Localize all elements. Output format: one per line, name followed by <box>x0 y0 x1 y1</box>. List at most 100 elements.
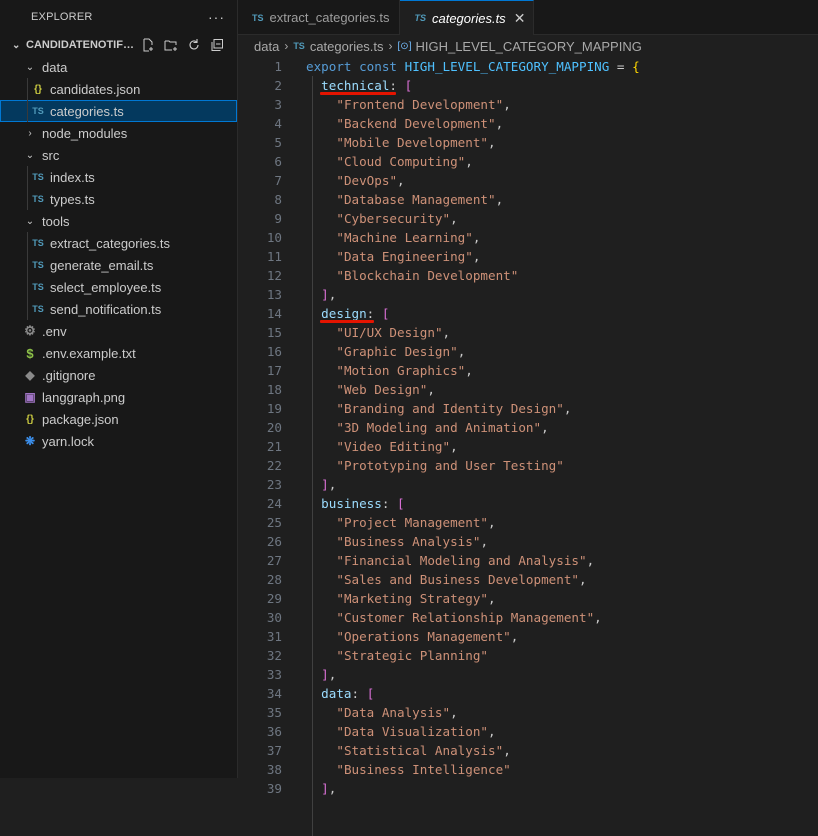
line-number: 27 <box>266 553 282 568</box>
file-item[interactable]: ◆ .gitignore <box>0 364 237 386</box>
typescript-file-icon: TS <box>32 194 44 204</box>
tree-item-label: data <box>42 59 68 75</box>
line-number: 31 <box>266 629 282 644</box>
collapse-all-icon[interactable] <box>209 37 225 53</box>
typescript-file-icon: TS <box>414 13 426 23</box>
category-value: "Statistical Analysis" <box>336 743 504 758</box>
tab-label: categories.ts <box>431 10 506 26</box>
category-value: "Sales and Business Development" <box>336 572 579 587</box>
file-item[interactable]: TS index.ts <box>0 166 237 188</box>
tab-categories[interactable]: TS categories.ts ✕ <box>400 0 535 35</box>
category-value: "Data Analysis" <box>336 705 451 720</box>
tab-extract-categories[interactable]: TS extract_categories.ts <box>238 0 401 35</box>
code-line-close: 23 ], <box>238 475 818 494</box>
new-folder-icon[interactable] <box>163 37 179 53</box>
file-item[interactable]: {} candidates.json <box>0 78 237 100</box>
category-value: "Blockchain Development" <box>336 268 519 283</box>
file-item[interactable]: TS categories.ts <box>0 100 237 122</box>
category-value: "DevOps" <box>336 173 398 188</box>
file-item[interactable]: TS select_employee.ts <box>0 276 237 298</box>
code-line-value: 22 "Prototyping and User Testing" <box>238 456 818 475</box>
code-line-value: 37 "Statistical Analysis", <box>238 741 818 760</box>
keyword: const <box>359 59 398 74</box>
more-actions-icon[interactable]: ··· <box>208 9 225 25</box>
file-item[interactable]: TS extract_categories.ts <box>0 232 237 254</box>
category-value: "Web Design" <box>336 382 428 397</box>
category-value: "Data Engineering" <box>336 249 473 264</box>
code-line-value: 6 "Cloud Computing", <box>238 152 818 171</box>
tree-item-label: node_modules <box>42 125 128 141</box>
typescript-file-icon: TS <box>32 282 44 292</box>
line-number: 12 <box>266 268 282 283</box>
symbol-variable-icon: [⊙] <box>397 40 412 52</box>
line-number: 30 <box>266 610 282 625</box>
category-value: "Frontend Development" <box>336 97 504 112</box>
code-line-key: 14 design: [ <box>238 304 818 323</box>
code-line-value: 18 "Web Design", <box>238 380 818 399</box>
constant-name: HIGH_LEVEL_CATEGORY_MAPPING <box>404 59 610 74</box>
code-line-value: 36 "Data Visualization", <box>238 722 818 741</box>
folder-item[interactable]: ⌄ tools <box>0 210 237 232</box>
category-value: "Backend Development" <box>336 116 496 131</box>
line-number: 1 <box>274 59 282 74</box>
file-item[interactable]: ▣ langgraph.png <box>0 386 237 408</box>
breadcrumb-symbol[interactable]: HIGH_LEVEL_CATEGORY_MAPPING <box>415 39 641 54</box>
code-line-value: 7 "DevOps", <box>238 171 818 190</box>
folder-item[interactable]: ⌄ src <box>0 144 237 166</box>
file-item[interactable]: $ .env.example.txt <box>0 342 237 364</box>
file-item[interactable]: TS generate_email.ts <box>0 254 237 276</box>
chevron-down-icon: ⌄ <box>12 39 21 51</box>
tree-item-label: .gitignore <box>42 367 96 383</box>
json-file-icon: {} <box>26 413 34 425</box>
typescript-file-icon: TS <box>32 172 44 182</box>
chevron-right-icon: › <box>28 127 32 139</box>
tab-label: extract_categories.ts <box>269 10 390 25</box>
tree-item-label: extract_categories.ts <box>50 235 170 251</box>
category-key: data <box>321 686 352 701</box>
line-number: 32 <box>266 648 282 663</box>
code-line-declaration: 1 export const HIGH_LEVEL_CATEGORY_MAPPIN… <box>238 57 818 76</box>
breadcrumb-folder[interactable]: data <box>254 39 279 54</box>
code-line-value: 15 "UI/UX Design", <box>238 323 818 342</box>
line-number: 24 <box>266 496 282 511</box>
workspace-section-header[interactable]: ⌄ CANDIDATENOTIFI... <box>0 34 237 56</box>
file-item[interactable]: {} package.json <box>0 408 237 430</box>
code-editor[interactable]: 1 export const HIGH_LEVEL_CATEGORY_MAPPIN… <box>238 57 818 836</box>
new-file-icon[interactable] <box>140 37 156 53</box>
line-number: 36 <box>266 724 282 739</box>
explorer-title: EXPLORER <box>31 11 93 23</box>
code-line-value: 31 "Operations Management", <box>238 627 818 646</box>
file-item[interactable]: ⚙ .env <box>0 320 237 342</box>
line-number: 9 <box>274 211 282 226</box>
category-value: "Project Management" <box>336 515 489 530</box>
line-number: 6 <box>274 154 282 169</box>
code-line-value: 11 "Data Engineering", <box>238 247 818 266</box>
code-line-value: 25 "Project Management", <box>238 513 818 532</box>
code-line-key: 2 technical: [ <box>238 76 818 95</box>
line-number: 26 <box>266 534 282 549</box>
close-icon[interactable]: ✕ <box>514 10 526 27</box>
tree-item-label: send_notification.ts <box>50 301 162 317</box>
folder-item[interactable]: ⌄ data <box>0 56 237 78</box>
code-line-value: 28 "Sales and Business Development", <box>238 570 818 589</box>
code-line-key: 24 business: [ <box>238 494 818 513</box>
file-item[interactable]: TS send_notification.ts <box>0 298 237 320</box>
line-number: 33 <box>266 667 282 682</box>
refresh-icon[interactable] <box>186 37 202 53</box>
category-key: technical <box>321 78 390 93</box>
breadcrumb-file[interactable]: categories.ts <box>310 39 384 54</box>
image-file-icon: ▣ <box>24 390 36 404</box>
category-value: "Business Intelligence" <box>336 762 511 777</box>
line-number: 23 <box>266 477 282 492</box>
tree-item-label: categories.ts <box>50 103 124 119</box>
line-number: 11 <box>266 249 282 264</box>
category-value: "Video Editing" <box>336 439 451 454</box>
file-item[interactable]: ❋ yarn.lock <box>0 430 237 452</box>
category-value: "Branding and Identity Design" <box>336 401 564 416</box>
folder-item[interactable]: › node_modules <box>0 122 237 144</box>
code-line-close: 13 ], <box>238 285 818 304</box>
line-number: 16 <box>266 344 282 359</box>
line-number: 18 <box>266 382 282 397</box>
file-item[interactable]: TS types.ts <box>0 188 237 210</box>
tree-item-label: .env <box>42 323 67 339</box>
